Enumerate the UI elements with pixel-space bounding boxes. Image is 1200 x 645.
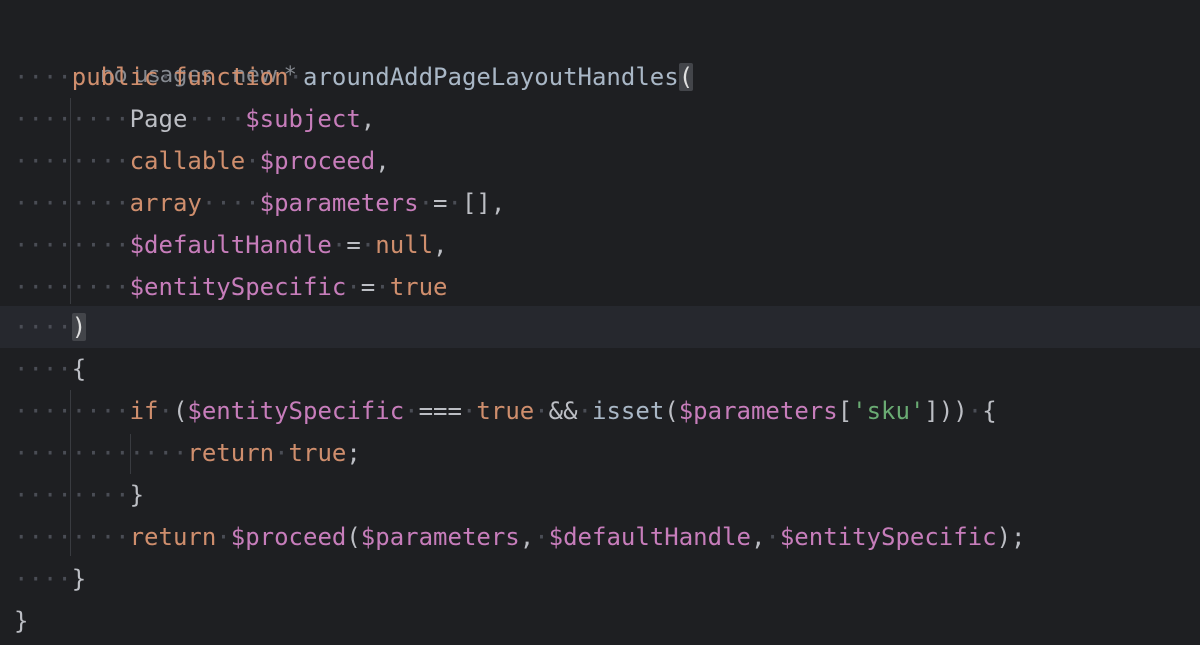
type-name: Page bbox=[129, 105, 188, 133]
code-editor[interactable]: { no usagesnew * ····public·function·aro… bbox=[0, 0, 1200, 645]
operator: = bbox=[346, 231, 361, 259]
brace: { bbox=[982, 397, 997, 425]
keyword: function bbox=[172, 63, 289, 91]
variable: $defaultHandle bbox=[548, 523, 751, 551]
operator: = bbox=[360, 273, 376, 301]
variable: $parameters bbox=[259, 189, 419, 217]
code-line[interactable]: ········if·($entitySpecific·===·true·&&·… bbox=[0, 390, 1200, 432]
keyword: true bbox=[288, 439, 347, 467]
code-line[interactable]: ····{ bbox=[0, 348, 1200, 390]
code-vision-hint[interactable]: no usages new * bbox=[72, 16, 316, 88]
type-name: array bbox=[129, 189, 202, 217]
default-value: null bbox=[375, 231, 434, 259]
code-line[interactable]: ········callable·$proceed, bbox=[0, 140, 1200, 182]
matched-bracket: ( bbox=[678, 63, 694, 91]
punctuation: , bbox=[750, 523, 766, 551]
default-value: [], bbox=[461, 189, 506, 217]
punctuation: ); bbox=[996, 523, 1026, 551]
brace: { bbox=[71, 355, 87, 383]
variable: $entitySpecific bbox=[187, 397, 405, 425]
punctuation: [ bbox=[837, 397, 853, 425]
punctuation: ( bbox=[172, 397, 188, 425]
code-line[interactable]: ····} bbox=[0, 558, 1200, 600]
code-line[interactable]: ········Page····$subject, bbox=[0, 98, 1200, 140]
punctuation: , bbox=[433, 231, 448, 259]
code-line[interactable]: ········$defaultHandle·=·null, bbox=[0, 224, 1200, 266]
keyword: public bbox=[71, 63, 159, 91]
keyword: if bbox=[129, 397, 159, 425]
keyword: true bbox=[476, 397, 535, 425]
code-line[interactable]: ········$entitySpecific·=·true bbox=[0, 266, 1200, 308]
function-name: aroundAddPageLayoutHandles bbox=[303, 63, 679, 91]
string-literal: 'sku' bbox=[852, 397, 925, 425]
punctuation: ; bbox=[346, 439, 361, 467]
brace: } bbox=[129, 481, 145, 509]
code-brace-top: { bbox=[14, 0, 28, 2]
punctuation: ( bbox=[664, 397, 679, 425]
punctuation: ( bbox=[346, 523, 361, 551]
type-name: callable bbox=[129, 147, 246, 175]
code-line[interactable]: ········} bbox=[0, 474, 1200, 516]
punctuation: , bbox=[519, 523, 535, 551]
matched-bracket: ) bbox=[71, 313, 87, 341]
code-line[interactable]: ············return·true; bbox=[0, 432, 1200, 474]
function-call: isset bbox=[592, 397, 665, 425]
code-line[interactable]: ········array····$parameters·=·[], bbox=[0, 182, 1200, 224]
variable: $entitySpecific bbox=[779, 523, 997, 551]
code-line-current[interactable]: ····) bbox=[0, 306, 1200, 348]
punctuation: , bbox=[375, 147, 390, 175]
code-line[interactable]: } bbox=[0, 600, 1200, 642]
code-line[interactable]: ····public·function·aroundAddPageLayoutH… bbox=[0, 56, 1200, 98]
keyword: return bbox=[187, 439, 275, 467]
variable: $defaultHandle bbox=[129, 231, 332, 259]
keyword: return bbox=[129, 523, 217, 551]
variable: $proceed bbox=[230, 523, 347, 551]
variable: $parameters bbox=[678, 397, 838, 425]
operator: === bbox=[418, 397, 462, 425]
code-line[interactable]: ········return·$proceed($parameters,·$de… bbox=[0, 516, 1200, 558]
variable: $subject bbox=[245, 105, 361, 133]
operator: = bbox=[433, 189, 448, 217]
variable: $parameters bbox=[360, 523, 520, 551]
brace: } bbox=[14, 607, 29, 635]
operator: && bbox=[548, 397, 578, 425]
variable: $entitySpecific bbox=[129, 273, 347, 301]
variable: $proceed bbox=[259, 147, 376, 175]
brace: } bbox=[71, 565, 87, 593]
default-value: true bbox=[389, 273, 448, 301]
punctuation: , bbox=[360, 105, 376, 133]
punctuation: ])) bbox=[924, 397, 968, 425]
